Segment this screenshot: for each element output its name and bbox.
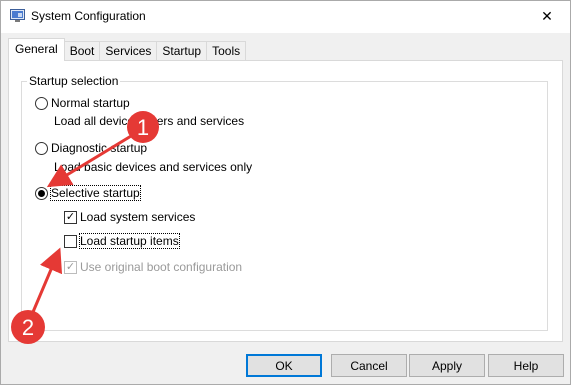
tab-services[interactable]: Services [99, 41, 158, 61]
normal-startup-radio[interactable]: Normal startup [35, 96, 130, 110]
diagnostic-startup-description: Load basic devices and services only [54, 160, 253, 174]
load-system-services-label: Load system services [80, 210, 196, 224]
checkbox-unchecked-icon [64, 234, 77, 248]
cancel-button[interactable]: Cancel [331, 354, 407, 377]
close-icon: ✕ [541, 8, 553, 24]
diagnostic-startup-label: Diagnostic startup [51, 141, 148, 155]
normal-startup-label: Normal startup [51, 96, 130, 110]
use-original-boot-config-checkbox: ✓ Use original boot configuration [64, 260, 242, 274]
diagnostic-startup-radio[interactable]: Diagnostic startup [35, 141, 147, 155]
radio-button-selected-icon [35, 186, 48, 200]
radio-button-icon [35, 96, 48, 110]
use-original-boot-config-label: Use original boot configuration [80, 260, 243, 274]
checkbox-checked-disabled-icon: ✓ [64, 260, 77, 274]
tab-startup[interactable]: Startup [156, 41, 208, 61]
selective-startup-radio[interactable]: Selective startup [35, 185, 141, 201]
checkbox-checked-icon: ✓ [64, 210, 77, 224]
load-system-services-checkbox[interactable]: ✓ Load system services [64, 210, 195, 224]
radio-button-icon [35, 141, 48, 155]
ok-button[interactable]: OK [246, 354, 322, 377]
startup-selection-legend: Startup selection [27, 74, 121, 88]
system-configuration-window: System Configuration ✕ General Boot Serv… [0, 0, 571, 385]
msconfig-app-icon [10, 9, 25, 22]
normal-startup-description: Load all device drivers and services [54, 114, 245, 128]
load-startup-items-label: Load startup items [79, 233, 180, 249]
apply-button[interactable]: Apply [409, 354, 485, 377]
close-button[interactable]: ✕ [524, 1, 570, 32]
tab-tools[interactable]: Tools [206, 41, 247, 61]
general-tab-panel: Startup selection Normal startup Load al… [8, 60, 563, 342]
tab-general[interactable]: General [8, 38, 65, 61]
tab-strip: General Boot Services Startup Tools [8, 38, 247, 61]
tab-boot[interactable]: Boot [63, 41, 101, 61]
load-startup-items-checkbox[interactable]: Load startup items [64, 233, 180, 249]
window-title: System Configuration [31, 9, 146, 23]
selective-startup-label: Selective startup [50, 185, 141, 201]
title-bar[interactable]: System Configuration ✕ [1, 1, 570, 33]
help-button[interactable]: Help [488, 354, 564, 377]
